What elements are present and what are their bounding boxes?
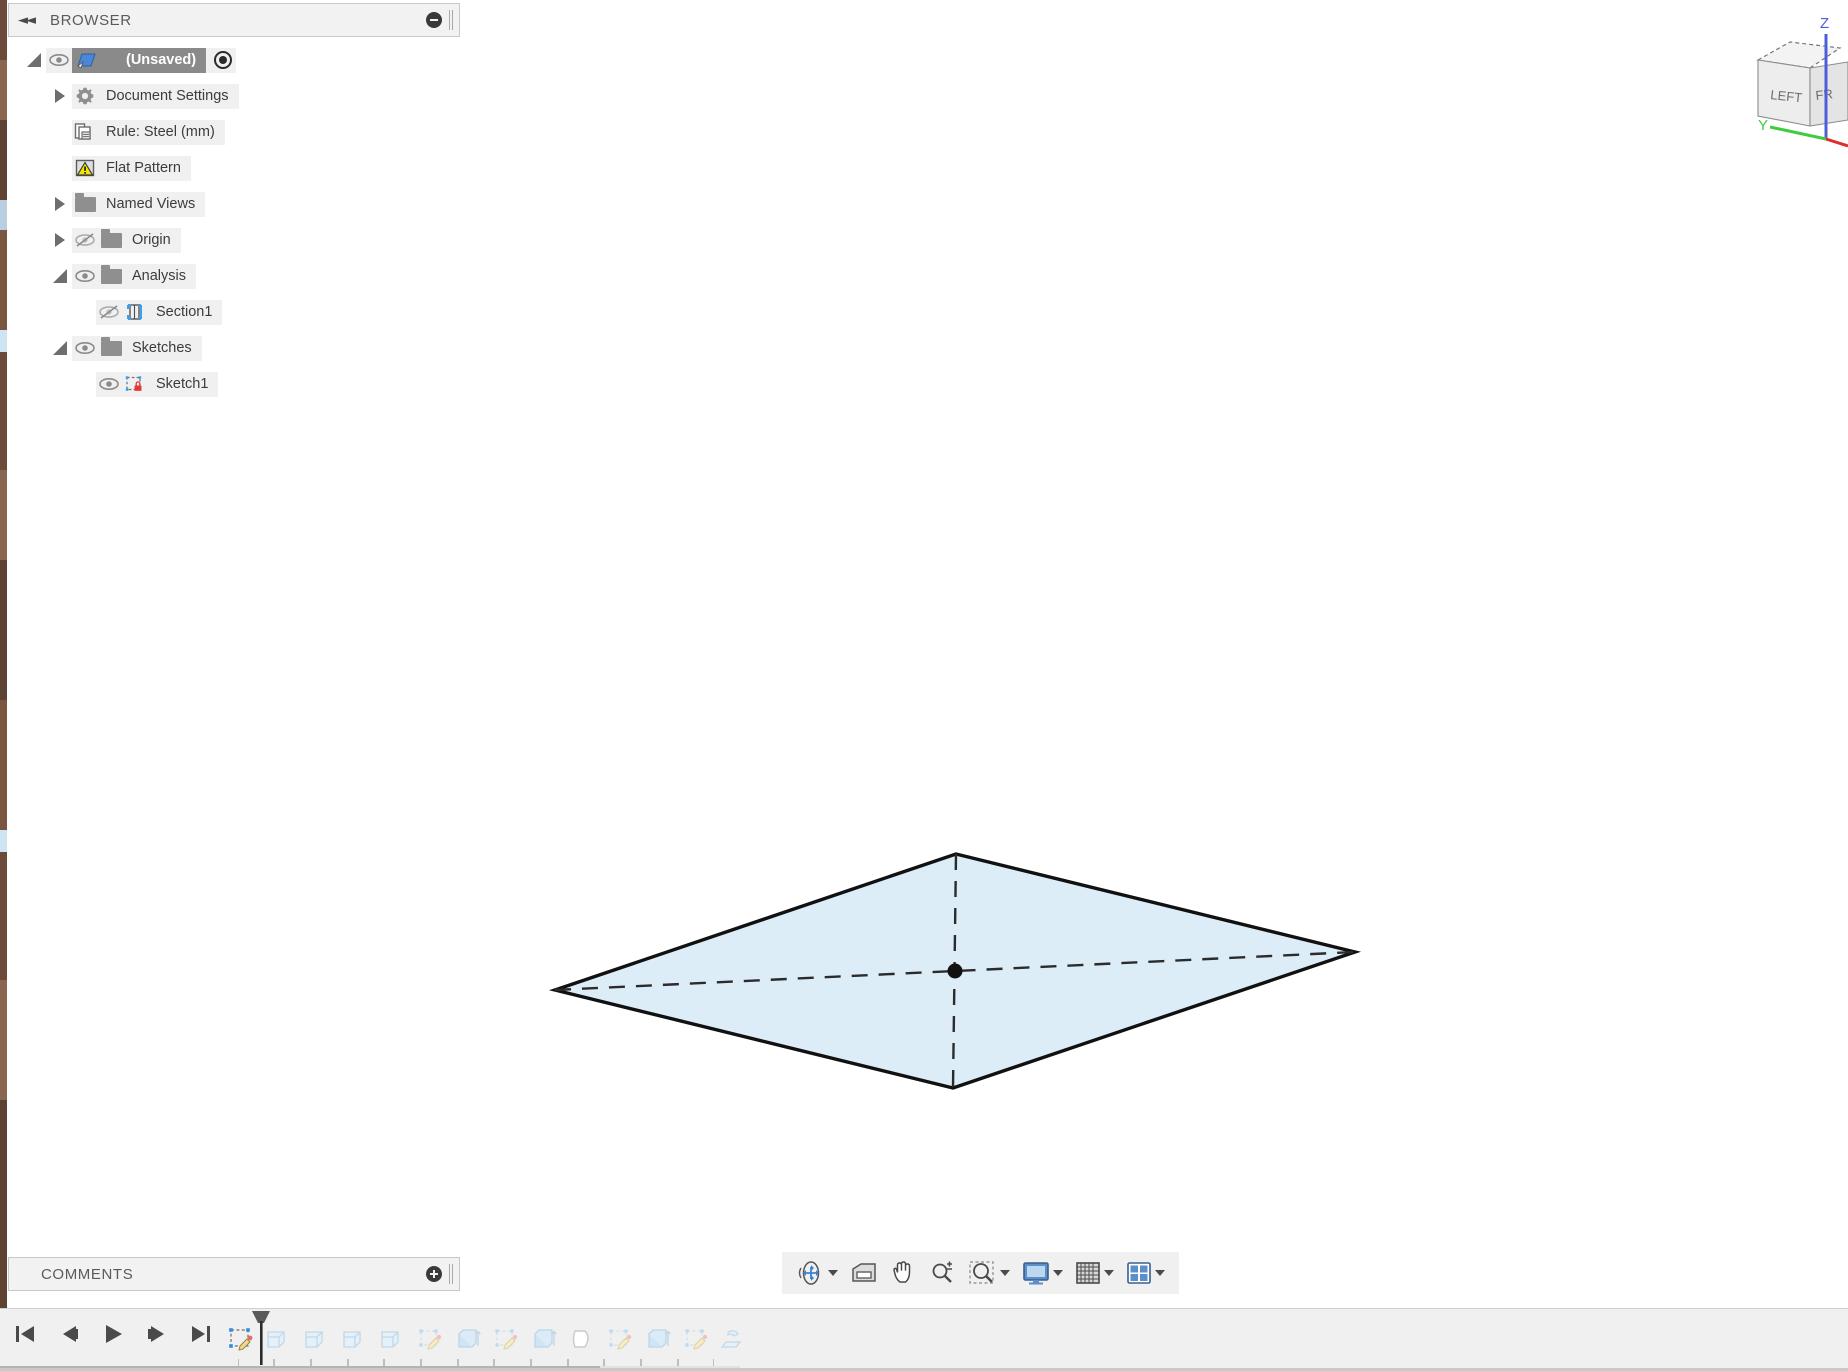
tree-row-unsaved[interactable]: (Unsaved) [0,42,460,78]
circle-minus-icon[interactable] [426,12,442,28]
panel-resize-grip[interactable] [448,1264,454,1284]
timeline-flange-2[interactable] [298,1319,336,1361]
view-cube[interactable]: LEFT FR Z Y [1740,4,1848,154]
gear-icon [72,86,98,106]
visibility-eye-hidden-icon[interactable] [96,304,122,320]
tree-label-section1: Section1 [156,304,212,320]
twisty-collapsed-icon[interactable] [48,89,72,103]
activate-component-radio[interactable] [214,51,232,69]
pan-button[interactable] [886,1257,922,1289]
timeline-features [222,1315,754,1361]
visibility-eye-hidden-icon[interactable] [72,232,98,248]
chevron-down-icon[interactable] [1104,1270,1114,1276]
timeline-shell-1[interactable] [564,1319,602,1361]
comments-panel-title: COMMENTS [41,1266,133,1283]
tree-label-analysis: Analysis [132,268,186,284]
grid-snaps-button[interactable] [1070,1257,1118,1289]
timeline-extrude-3[interactable] [640,1319,678,1361]
tree-row-section1[interactable]: Section1 [0,294,460,330]
comments-panel-header[interactable]: COMMENTS [8,1257,460,1291]
look-at-button[interactable] [845,1257,883,1289]
timeline-bar [0,1308,1848,1371]
zoom-button[interactable] [925,1257,961,1289]
twisty-collapsed-icon[interactable] [48,197,72,211]
sketch-locked-icon [122,374,148,394]
step-forward-button[interactable] [142,1319,172,1349]
viewcube-axis-z-label: Z [1820,15,1829,32]
twisty-collapsed-icon[interactable] [48,233,72,247]
chevron-down-icon[interactable] [828,1270,838,1276]
document-unsaved-icon [74,50,100,70]
folder-icon [98,269,124,284]
timeline-sketch-3[interactable] [488,1319,526,1361]
sketch-center-point[interactable] [948,964,963,979]
twisty-expanded-icon[interactable] [48,341,72,355]
tree-row-origin[interactable]: Origin [0,222,460,258]
folder-icon [98,233,124,248]
orbit-button[interactable] [792,1257,842,1289]
viewcube-axis-y [1770,127,1826,139]
browser-panel-title: BROWSER [50,12,132,29]
tree-row-document-settings[interactable]: Document Settings [0,78,460,114]
browser-panel-header[interactable]: ◄◄ BROWSER [8,3,460,37]
circle-plus-icon[interactable] [426,1266,442,1282]
collapse-panel-icon[interactable]: ◄◄ [18,13,34,28]
tree-label-rule-steel: Rule: Steel (mm) [106,124,215,140]
folder-icon [72,197,98,212]
chevron-down-icon[interactable] [1053,1270,1063,1276]
timeline-extrude-2[interactable] [526,1319,564,1361]
tree-row-sketch1[interactable]: Sketch1 [0,366,460,402]
timeline-flange-4[interactable] [374,1319,412,1361]
flat-pattern-warning-icon [72,158,98,178]
tree-row-rule-steel[interactable]: Rule: Steel (mm) [0,114,460,150]
play-button[interactable] [98,1319,128,1349]
visibility-eye-icon[interactable] [46,53,72,67]
step-back-button[interactable] [54,1319,84,1349]
timeline-sketch-2[interactable] [412,1319,450,1361]
tree-label-sketch1: Sketch1 [156,376,208,392]
selected-item-chip[interactable]: (Unsaved) [72,48,206,73]
tree-label-unsaved: (Unsaved) [126,52,196,68]
visibility-eye-icon[interactable] [72,269,98,283]
tree-row-sketches[interactable]: Sketches [0,330,460,366]
twisty-expanded-icon[interactable] [22,53,46,67]
chevron-down-icon[interactable] [1155,1270,1165,1276]
timeline-playhead-marker[interactable] [250,1309,272,1365]
timeline-flange-3[interactable] [336,1319,374,1361]
panel-resize-grip[interactable] [448,10,454,30]
tree-row-named-views[interactable]: Named Views [0,186,460,222]
section-analysis-icon [122,302,148,322]
timeline-extrude-1[interactable] [450,1319,488,1361]
go-to-end-button[interactable] [186,1319,216,1349]
zoom-window-button[interactable] [964,1256,1014,1290]
tree-row-flat-pattern[interactable]: Flat Pattern [0,150,460,186]
fusion-cad-window: ◄◄ BROWSER [0,0,1848,1371]
go-to-beginning-button[interactable] [10,1319,40,1349]
twisty-expanded-icon[interactable] [48,269,72,283]
tree-label-sketches: Sketches [132,340,192,356]
tree-label-named-views: Named Views [106,196,195,212]
timeline-sketch-5[interactable] [678,1319,716,1361]
3d-viewport[interactable] [460,0,1848,1308]
navigation-toolbar [782,1252,1179,1294]
browser-tree: (Unsaved) Document Settings [0,42,460,402]
sketch-canvas[interactable] [460,0,1848,1308]
visibility-eye-icon[interactable] [72,341,98,355]
sheet-metal-rule-icon [72,122,98,142]
viewcube-axis-x [1826,139,1848,146]
tree-label-flat-pattern: Flat Pattern [106,160,181,176]
display-settings-button[interactable] [1017,1257,1067,1289]
viewport-layout-button[interactable] [1121,1257,1169,1289]
timeline-unfold-1[interactable] [716,1319,754,1361]
viewcube-face-front-label: FR [1815,86,1834,103]
tree-row-analysis[interactable]: Analysis [0,258,460,294]
viewcube-axis-y-label: Y [1758,117,1768,134]
visibility-eye-icon[interactable] [96,377,122,391]
timeline-sketch-4[interactable] [602,1319,640,1361]
tree-label-origin: Origin [132,232,171,248]
chevron-down-icon[interactable] [1000,1270,1010,1276]
tree-label-document-settings: Document Settings [106,88,229,104]
folder-icon [98,341,124,356]
timeline-playback-controls [10,1319,216,1349]
